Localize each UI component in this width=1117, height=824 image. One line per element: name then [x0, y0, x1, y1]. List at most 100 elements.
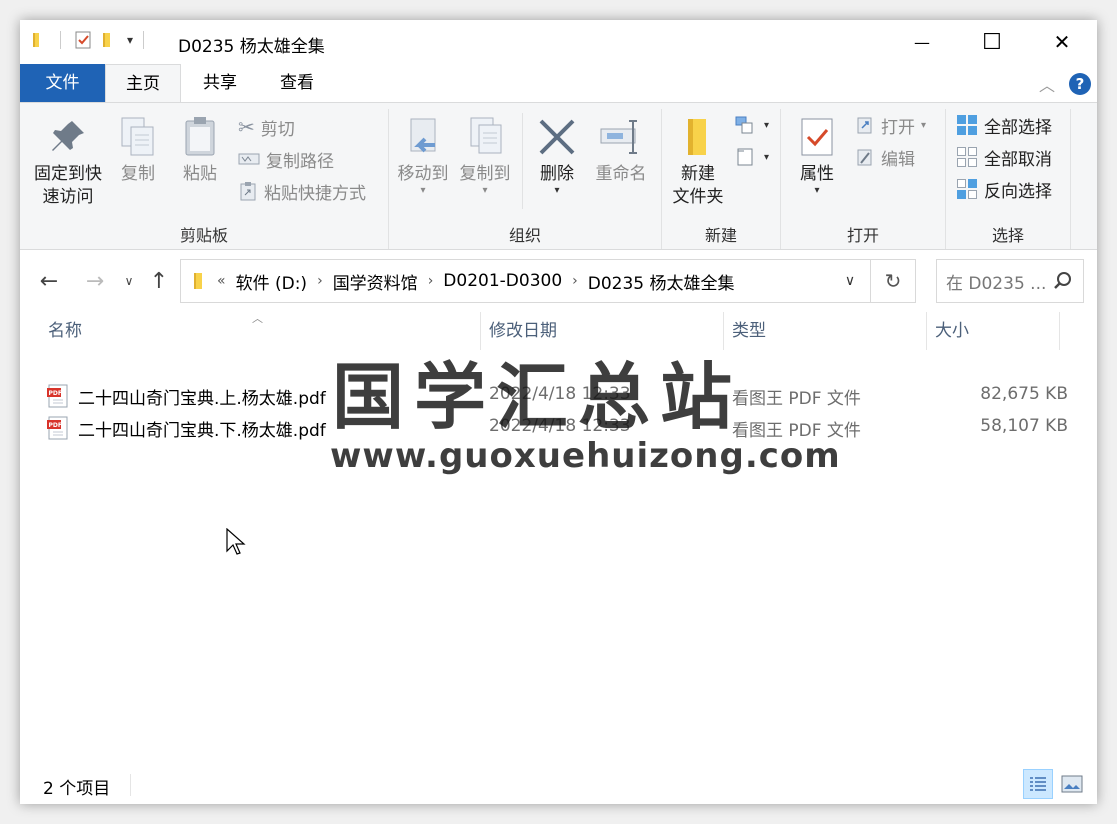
recent-locations-button[interactable]: ∨	[116, 264, 142, 298]
rename-button[interactable]: 重命名	[589, 115, 653, 186]
copy-to-button[interactable]: 复制到 ▾	[457, 115, 513, 196]
search-input[interactable]: 在 D0235 ...	[936, 259, 1084, 303]
breadcrumb-item[interactable]: 国学资料馆	[333, 269, 418, 294]
open-label: 打开	[881, 117, 915, 138]
ribbon-controls: ︿ ?	[1039, 72, 1091, 96]
edit-button[interactable]: 编辑	[855, 143, 915, 171]
select-none-button[interactable]: 全部取消	[956, 143, 1052, 171]
svg-text:PDF: PDF	[49, 422, 62, 429]
column-header-type[interactable]: 类型	[724, 312, 926, 350]
column-separator[interactable]	[1059, 312, 1060, 350]
breadcrumb-overflow[interactable]: «	[217, 273, 226, 289]
easy-access-button[interactable]: ▾	[734, 143, 769, 171]
quick-access-toolbar: ▾	[30, 30, 148, 50]
new-folder-label-1: 新建	[681, 164, 715, 184]
tab-share[interactable]: 共享	[185, 64, 255, 102]
edit-icon	[857, 149, 872, 166]
open-button[interactable]: 打开 ▾	[855, 111, 926, 139]
address-bar[interactable]: « 软件 (D:) › 国学资料馆 › D0201-D0300 › D0235 …	[180, 259, 916, 303]
properties-icon[interactable]	[73, 30, 93, 50]
mouse-cursor-icon	[226, 528, 246, 555]
forward-button[interactable]: →	[82, 264, 108, 298]
rename-label: 重命名	[595, 164, 647, 184]
up-button[interactable]: ↑	[146, 264, 172, 298]
pin-label-1: 固定到快	[34, 164, 102, 184]
refresh-button[interactable]: ↻	[871, 260, 915, 302]
ribbon-tabs: 文件 主页 共享 查看	[20, 64, 1097, 102]
large-icons-view-button[interactable]	[1057, 769, 1087, 799]
sort-ascending-icon: ︿	[252, 312, 263, 325]
folder-icon	[33, 33, 39, 47]
cut-label: 剪切	[260, 119, 295, 140]
paste-shortcut-button[interactable]: 粘贴快捷方式	[238, 177, 366, 205]
arrow-left-icon: ←	[39, 268, 59, 294]
chevron-down-icon[interactable]: ▾	[127, 33, 133, 47]
edit-label: 编辑	[881, 149, 915, 170]
close-button[interactable]: ✕	[1027, 20, 1097, 64]
breadcrumb: « 软件 (D:) › 国学资料馆 › D0201-D0300 › D0235 …	[181, 269, 830, 294]
copy-label: 复制	[121, 164, 155, 184]
breadcrumb-item[interactable]: 软件 (D:)	[236, 269, 308, 294]
copy-button[interactable]: 复制	[116, 115, 160, 186]
new-folder-label-2: 文件夹	[672, 187, 724, 207]
copy-path-icon	[238, 153, 260, 165]
paste-button[interactable]: 粘贴	[178, 115, 222, 186]
select-all-label: 全部选择	[984, 117, 1052, 138]
chevron-up-icon[interactable]: ︿	[1039, 72, 1055, 96]
maximize-button[interactable]: ☐	[957, 20, 1027, 64]
open-icon	[857, 117, 872, 134]
window-controls: — ☐ ✕	[887, 20, 1097, 64]
invert-selection-icon	[957, 179, 977, 199]
close-icon: ✕	[1053, 30, 1071, 54]
new-folder-icon	[688, 119, 706, 155]
copy-path-button[interactable]: 复制路径	[238, 145, 334, 173]
minimize-button[interactable]: —	[887, 20, 957, 64]
search-icon[interactable]	[1053, 271, 1073, 291]
chevron-right-icon[interactable]: ›	[572, 273, 578, 289]
cut-button[interactable]: ✂ 剪切	[238, 113, 295, 141]
ribbon-divider	[1070, 109, 1071, 249]
file-size: 58,107 KB	[980, 416, 1068, 436]
address-dropdown-button[interactable]: ∨	[830, 260, 871, 302]
move-to-button[interactable]: 移动到 ▾	[395, 115, 451, 196]
new-item-button[interactable]: ▾	[734, 111, 769, 139]
details-view-icon	[1030, 777, 1046, 791]
select-all-button[interactable]: 全部选择	[956, 111, 1052, 139]
invert-selection-button[interactable]: 反向选择	[956, 175, 1052, 203]
new-folder-button[interactable]: 新建 文件夹	[666, 115, 730, 209]
group-label-new: 新建	[704, 226, 737, 245]
rename-icon	[600, 120, 637, 154]
copy-to-label: 复制到	[459, 164, 511, 184]
new-item-icon	[735, 116, 753, 134]
delete-x-icon	[539, 119, 575, 155]
tab-home[interactable]: 主页	[105, 64, 181, 102]
select-all-icon	[957, 115, 977, 135]
file-size: 82,675 KB	[980, 384, 1068, 404]
invert-selection-label: 反向选择	[984, 181, 1052, 202]
tab-file[interactable]: 文件	[20, 64, 105, 102]
group-clipboard: 固定到快 速访问 复制 粘贴 ✂ 剪切 复制路径 粘贴快捷方式 剪贴板	[20, 103, 388, 249]
properties-button[interactable]: 属性 ▾	[791, 115, 843, 196]
easy-access-icon	[737, 148, 753, 166]
help-icon[interactable]: ?	[1069, 73, 1091, 95]
delete-button[interactable]: 删除 ▾	[535, 115, 579, 196]
item-count: 2 个项目	[43, 779, 111, 799]
back-button[interactable]: ←	[36, 264, 62, 298]
chevron-down-icon: ∨	[844, 273, 856, 289]
properties-label: 属性	[800, 164, 834, 184]
group-label-organize: 组织	[508, 226, 541, 245]
copy-to-icon	[470, 117, 502, 154]
column-header-size[interactable]: 大小	[927, 312, 1059, 350]
new-folder-icon[interactable]	[99, 31, 117, 49]
large-icons-view-icon	[1061, 775, 1083, 793]
select-none-label: 全部取消	[984, 149, 1052, 170]
chevron-right-icon[interactable]: ›	[428, 273, 434, 289]
details-view-button[interactable]	[1023, 769, 1053, 799]
pin-icon	[52, 121, 84, 151]
breadcrumb-item[interactable]: D0201-D0300	[443, 271, 562, 291]
tab-view[interactable]: 查看	[260, 64, 334, 102]
breadcrumb-item[interactable]: D0235 杨太雄全集	[588, 269, 735, 294]
copy-icon	[121, 117, 154, 156]
pin-quick-access-button[interactable]: 固定到快 速访问	[30, 117, 106, 209]
chevron-right-icon[interactable]: ›	[317, 273, 323, 289]
